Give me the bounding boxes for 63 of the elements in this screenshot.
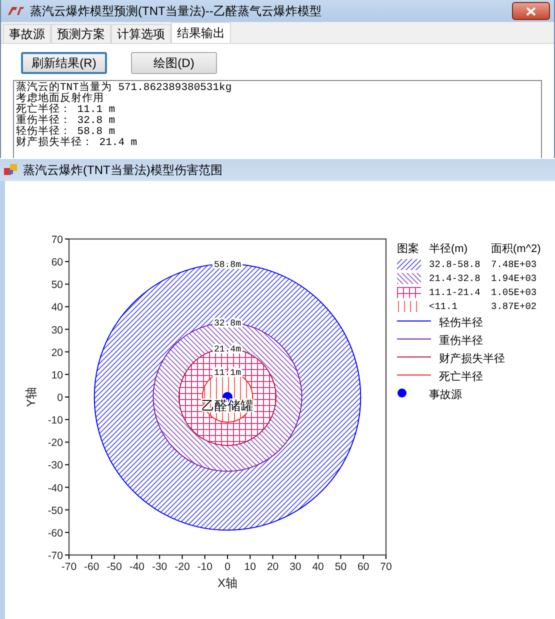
x-tick-label: 20 (266, 561, 279, 573)
x-tick-label: -20 (174, 561, 190, 573)
x-tick-label: -70 (61, 561, 77, 573)
legend-header: 半径(m) (429, 242, 468, 256)
x-tick-label: -10 (197, 561, 212, 573)
legend-range: 21.4-32.8 (429, 273, 482, 284)
legend-range: 11.1-21.4 (429, 287, 482, 298)
y-tick-label: 10 (51, 369, 63, 382)
legend-area: 3.87E+02 (491, 301, 541, 312)
y-tick-label: 50 (51, 279, 63, 292)
legend-header: 面积(m^2) (491, 242, 541, 256)
y-tick-label: -40 (48, 482, 63, 494)
radius-label: 21.4m (214, 344, 241, 355)
y-tick-label: -70 (48, 550, 63, 562)
x-tick-label: -50 (106, 561, 122, 573)
y-tick-label: -20 (48, 437, 63, 450)
x-tick-label: 70 (380, 561, 392, 573)
legend-area: 1.94E+03 (491, 273, 541, 284)
y-tick-label: 70 (51, 234, 63, 246)
tab[interactable]: 预测方案 (51, 24, 111, 43)
y-tick-label: 40 (51, 302, 63, 314)
y-tick-label: -30 (48, 460, 63, 472)
x-tick-label: -30 (152, 561, 168, 573)
legend-label: 轻伤半径 (438, 316, 484, 330)
y-tick-label: 0 (57, 392, 63, 404)
legend-area: 1.05E+03 (491, 287, 541, 298)
tab[interactable]: 计算选项 (111, 24, 171, 43)
y-tick-label: -50 (48, 504, 63, 517)
close-icon (526, 6, 536, 16)
result-line: 财产损失半径： 21.4 m (16, 138, 138, 149)
action-button[interactable]: 刷新结果(R) (21, 52, 107, 74)
x-tick-label: 60 (358, 561, 370, 573)
legend-label: 事故源 (429, 388, 463, 402)
x-tick-label: 40 (312, 561, 324, 573)
y-tick-label: 30 (51, 324, 63, 336)
x-tick-label: 50 (334, 561, 347, 573)
legend-label: 重伤半径 (438, 334, 484, 348)
legend-label: 财产损失半径 (438, 352, 506, 366)
y-tick-label: 20 (51, 346, 63, 359)
legend-label: 死亡半径 (438, 370, 484, 384)
legend-area: 7.48E+03 (491, 259, 541, 270)
tab[interactable]: 结果输出 (171, 22, 231, 43)
window-icon (4, 164, 18, 176)
y-axis-title: Y轴 (24, 387, 38, 407)
y-tick-label: 60 (51, 256, 63, 269)
close-button[interactable] (512, 2, 550, 20)
tab[interactable]: 事故源 (3, 24, 51, 43)
x-tick-label: 10 (244, 561, 256, 573)
app-logo-icon (7, 6, 25, 16)
window-title: 蒸汽云爆炸模型预测(TNT当量法)--乙醛蒸气云爆炸模型 (30, 2, 322, 20)
window-title: 蒸汽云爆炸(TNT当量法)模型伤害范围 (23, 162, 222, 178)
y-tick-label: -60 (48, 527, 63, 540)
legend-header: 图案 (397, 242, 420, 256)
legend-range: 32.8-58.8 (429, 259, 482, 270)
action-button[interactable]: 绘图(D) (131, 52, 217, 74)
x-tick-label: 0 (224, 561, 230, 573)
result-output-box[interactable]: 蒸汽云的TNT当量为 571.862389380531kg 考虑地面反射作用 死亡半径： 11.1 m 重伤半径： 32.8 m 轻伤半径： 58.8 m 财产损失半径： 21.4 m (13, 80, 542, 158)
x-tick-label: -60 (84, 561, 100, 573)
legend-range: <11.1 (429, 301, 459, 312)
y-tick-label: -10 (48, 414, 63, 427)
x-tick-label: -40 (129, 561, 145, 573)
x-tick-label: 30 (290, 561, 302, 573)
x-axis-title: X轴 (218, 576, 238, 590)
